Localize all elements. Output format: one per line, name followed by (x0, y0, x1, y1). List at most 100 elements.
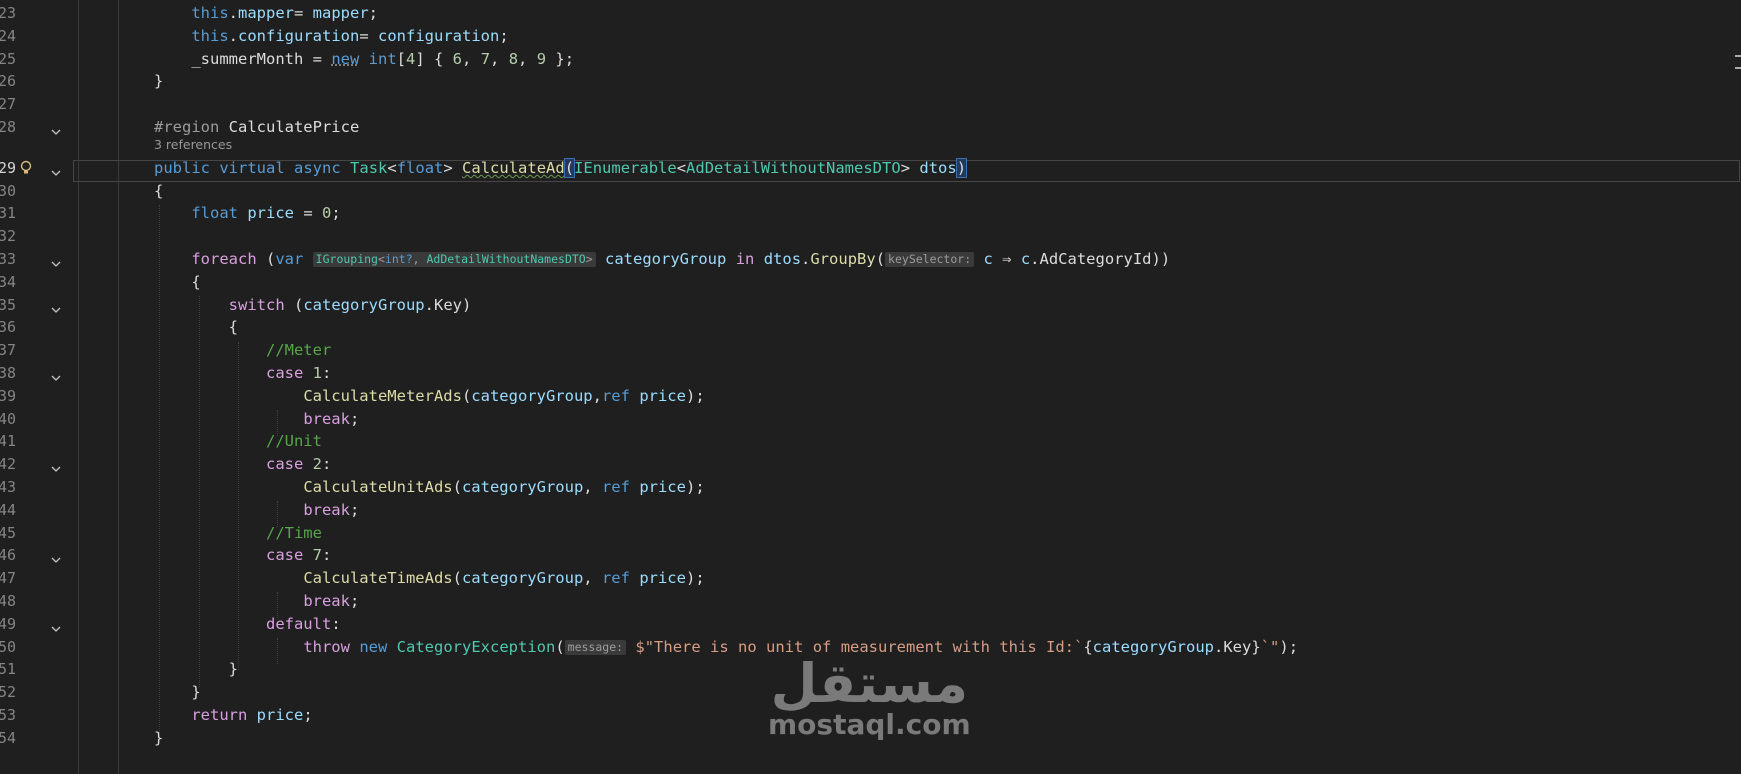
code-text[interactable]: } (154, 70, 163, 93)
code-token: new (331, 49, 360, 68)
code-text[interactable]: break; (154, 408, 359, 431)
code-line[interactable]: 48 break; (0, 590, 1741, 613)
code-text[interactable]: case 2: (154, 453, 331, 476)
code-text[interactable]: foreach (var IGrouping<int?, AdDetailWit… (154, 248, 1170, 271)
fold-chevron-icon[interactable] (51, 620, 61, 632)
code-text[interactable]: case 1: (154, 362, 331, 385)
code-line[interactable]: 25 _summerMonth = new int[4] { 6, 7, 8, … (0, 48, 1741, 71)
code-line[interactable]: 26} (0, 70, 1741, 93)
code-line[interactable]: 34 { (0, 271, 1741, 294)
code-token: }; (546, 49, 575, 68)
fold-chevron-icon[interactable] (51, 123, 61, 135)
fold-chevron-icon[interactable] (51, 255, 61, 267)
code-text[interactable]: this.configuration= configuration; (154, 25, 508, 48)
code-token: )) (1151, 250, 1171, 268)
fold-chevron-icon[interactable] (51, 369, 61, 381)
code-text[interactable]: { (154, 271, 200, 294)
line-number: 30 (0, 181, 16, 200)
code-line[interactable]: 45 //Time (0, 522, 1741, 545)
code-text[interactable]: _summerMonth = new int[4] { 6, 7, 8, 9 }… (154, 48, 574, 71)
code-text[interactable]: default: (154, 613, 341, 636)
codelens-references[interactable]: 3 references (154, 137, 232, 152)
code-line[interactable]: 23 this.mapper= mapper; (0, 2, 1741, 25)
code-line[interactable]: 33 foreach (var IGrouping<int?, AdDetail… (0, 248, 1741, 271)
code-text[interactable]: switch (categoryGroup.Key) (154, 294, 472, 317)
code-token: = (294, 4, 313, 22)
code-text[interactable]: { (154, 180, 163, 203)
code-text[interactable]: float price = 0; (154, 202, 340, 225)
code-text[interactable]: CalculateTimeAds(categoryGroup, ref pric… (154, 567, 704, 590)
code-line[interactable]: 46 case 7: (0, 544, 1741, 567)
code-token: _summerMonth (191, 49, 304, 68)
code-line[interactable]: 27 (0, 93, 1741, 116)
code-token: ( (256, 250, 276, 268)
code-text[interactable]: public virtual async Task<float> Calcula… (154, 157, 968, 180)
line-number: 53 (0, 706, 16, 724)
code-text[interactable]: case 7: (154, 544, 331, 567)
code-line[interactable]: 31 float price = 0; (0, 202, 1741, 225)
code-token: ref (601, 569, 630, 588)
code-token: ( (563, 157, 576, 178)
code-text[interactable]: return price; (154, 704, 313, 727)
code-token: configuration (238, 26, 360, 45)
code-text[interactable]: { (154, 316, 238, 339)
code-line[interactable]: 36 { (0, 316, 1741, 339)
code-text[interactable]: } (154, 658, 238, 681)
code-line[interactable]: 24 this.configuration= configuration; (0, 25, 1741, 48)
code-token: categoryGroup (605, 250, 727, 268)
code-text[interactable]: this.mapper= mapper; (154, 2, 378, 25)
code-line[interactable]: 37 //Meter (0, 339, 1741, 362)
code-token: break (303, 500, 350, 519)
code-line[interactable]: 38 case 1: (0, 362, 1741, 385)
fold-chevron-icon[interactable] (51, 301, 61, 313)
watermark-latin: mostaql.com (768, 708, 971, 741)
line-number: 24 (0, 26, 16, 45)
code-token: categoryGroup (461, 569, 584, 588)
inlay-parameter-hint: keySelector: (885, 252, 975, 267)
code-line[interactable]: 32 (0, 225, 1741, 248)
code-token: case (265, 455, 304, 474)
code-text[interactable]: CalculateMeterAds(categoryGroup,ref pric… (154, 385, 704, 408)
code-text[interactable]: #region CalculatePrice (154, 116, 359, 139)
code-token: ref (601, 386, 630, 405)
code-line[interactable]: 43 CalculateUnitAds(categoryGroup, ref p… (0, 476, 1741, 499)
fold-chevron-icon[interactable] (51, 164, 61, 176)
fold-chevron-icon[interactable] (51, 551, 61, 564)
code-token: 0 (322, 204, 332, 223)
code-text[interactable]: CalculateUnitAds(categoryGroup, ref pric… (154, 476, 704, 499)
code-token: CategoryException (396, 637, 556, 656)
code-token: ) (462, 295, 472, 314)
code-text[interactable]: } (154, 727, 163, 750)
line-number: 34 (0, 272, 16, 291)
code-line[interactable]: 44 break; (0, 499, 1741, 522)
code-line[interactable]: 29 public virtual async Task<float> Calcu… (0, 157, 1741, 180)
code-text[interactable]: //Meter (154, 339, 331, 362)
code-line[interactable]: 49 default: (0, 613, 1741, 636)
lightbulb-icon[interactable] (19, 160, 33, 176)
code-token: in (735, 250, 755, 268)
code-text[interactable]: break; (154, 499, 359, 522)
code-line[interactable]: 39 CalculateMeterAds(categoryGroup,ref p… (0, 385, 1741, 408)
code-line[interactable]: 42 case 2: (0, 453, 1741, 476)
code-text[interactable]: //Unit (154, 430, 322, 453)
code-token: ; (303, 706, 313, 724)
code-text[interactable]: } (154, 681, 200, 704)
code-line[interactable]: 30 { (0, 180, 1741, 203)
code-text[interactable]: break; (154, 590, 359, 613)
code-line[interactable]: 35 switch (categoryGroup.Key) (0, 294, 1741, 317)
fold-chevron-icon[interactable] (51, 460, 61, 473)
code-token: new (359, 637, 388, 656)
code-token: mapper (238, 4, 294, 22)
code-line[interactable]: 47 CalculateTimeAds(categoryGroup, ref p… (0, 567, 1741, 590)
code-line[interactable]: 41 //Unit (0, 430, 1741, 453)
code-text[interactable]: throw new CategoryException(message: $"T… (154, 636, 1298, 659)
code-text[interactable]: //Time (154, 522, 322, 545)
code-line[interactable]: 28 #region CalculatePrice (0, 116, 1741, 139)
code-token: . (424, 295, 434, 314)
code-line[interactable]: 40 break; (0, 408, 1741, 431)
code-token: ( (284, 295, 304, 314)
